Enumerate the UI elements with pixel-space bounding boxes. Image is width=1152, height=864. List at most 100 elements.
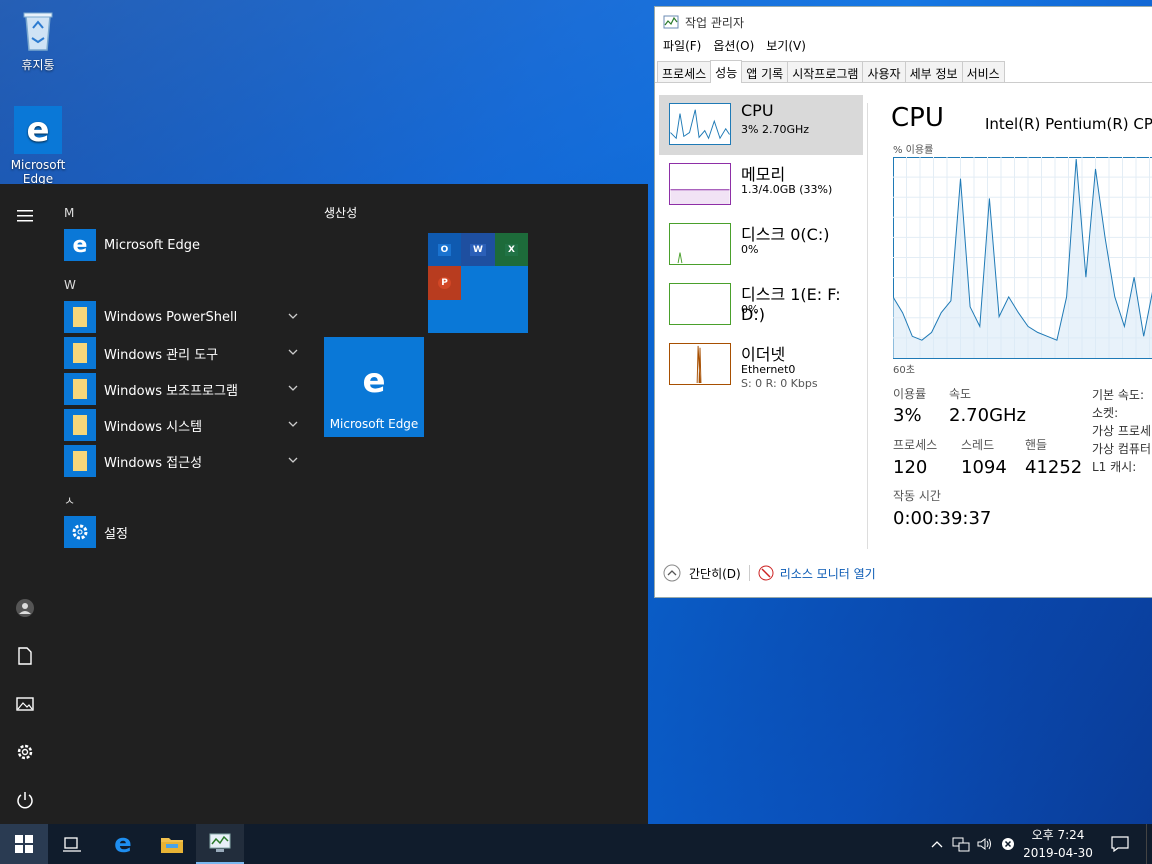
excel-icon[interactable]: X (495, 233, 528, 266)
resource-monitor-link[interactable]: 리소스 모니터 열기 (780, 565, 876, 582)
perf-item-ethernet[interactable]: 이더넷 Ethernet0 S: 0 R: 0 Kbps (659, 335, 863, 395)
menu-file[interactable]: 파일(F) (663, 37, 701, 59)
outlook-icon[interactable]: O (428, 233, 461, 266)
notification-icon (1111, 836, 1129, 852)
window-titlebar[interactable]: 작업 관리자 (655, 7, 1152, 37)
settings-gear-icon[interactable] (13, 740, 37, 764)
fewer-details-link[interactable]: 간단히(D) (689, 565, 741, 582)
start-button[interactable] (0, 824, 48, 864)
show-desktop-button[interactable] (1146, 824, 1152, 864)
chevron-down-icon[interactable] (286, 453, 300, 467)
app-item-powershell[interactable]: Windows PowerShell (64, 301, 304, 333)
app-item-accessibility[interactable]: Windows 접근성 (64, 445, 304, 477)
speed-label: 속도 (949, 387, 972, 401)
tab-services[interactable]: 서비스 (961, 61, 1005, 82)
cpu-mini-graph (669, 103, 731, 145)
app-item-settings[interactable]: 설정 (64, 516, 304, 548)
chevron-down-icon[interactable] (286, 345, 300, 359)
perf-item-cpu[interactable]: CPU 3% 2.70GHz (659, 95, 863, 155)
threads-value: 1094 (961, 457, 1007, 478)
ime-tray[interactable] (998, 824, 1018, 864)
tile-group-title[interactable]: 생산성 (324, 204, 357, 221)
app-label: Windows 관리 도구 (104, 347, 219, 363)
letter-header[interactable]: W (64, 278, 76, 292)
volume-tray[interactable] (974, 824, 996, 864)
memory-mini-graph (669, 163, 731, 205)
letter-header[interactable]: M (64, 206, 74, 220)
pictures-icon[interactable] (13, 692, 37, 716)
panel-divider[interactable] (867, 103, 868, 549)
taskbar-edge[interactable]: e (99, 824, 147, 864)
word-icon[interactable]: W (461, 233, 495, 266)
letter-header[interactable]: ㅅ (64, 492, 75, 509)
l1-cache-label: L1 캐시: (1092, 460, 1137, 474)
perf-item-throughput: S: 0 R: 0 Kbps (741, 377, 818, 390)
app-item-edge[interactable]: e Microsoft Edge (64, 229, 304, 261)
perf-item-disk1[interactable]: 디스크 1(E: F: D:) 0% (659, 275, 863, 335)
tab-strip: 프로세스 성능 앱 기록 시작프로그램 사용자 세부 정보 서비스 (655, 60, 1152, 83)
clock[interactable]: 오후 7:24 2019-04-30 (1018, 826, 1098, 862)
tab-startup[interactable]: 시작프로그램 (787, 61, 864, 82)
power-icon[interactable] (13, 788, 37, 812)
windows-logo-icon (15, 835, 33, 853)
app-label: Windows PowerShell (104, 309, 238, 325)
footer-divider (748, 565, 750, 581)
taskbar-file-explorer[interactable] (148, 824, 196, 864)
menu-options[interactable]: 옵션(O) (713, 37, 754, 59)
network-tray[interactable] (950, 824, 972, 864)
tab-users[interactable]: 사용자 (862, 61, 906, 82)
perf-item-name: 디스크 1(E: F: D:) (741, 285, 841, 324)
chevron-down-icon[interactable] (286, 417, 300, 431)
tab-processes[interactable]: 프로세스 (657, 61, 712, 82)
task-view-button[interactable] (48, 824, 96, 864)
app-item-system[interactable]: Windows 시스템 (64, 409, 304, 441)
virtual-processors-label: 가상 프로세 (1092, 424, 1152, 438)
menu-view[interactable]: 보기(V) (766, 37, 806, 59)
util-label: 이용률 (893, 387, 927, 401)
perf-item-disk0[interactable]: 디스크 0(C:) 0% (659, 215, 863, 275)
tab-details[interactable]: 세부 정보 (904, 61, 963, 82)
powerpoint-icon[interactable]: P (428, 266, 461, 300)
documents-icon[interactable] (13, 644, 37, 668)
network-icon (952, 837, 970, 852)
app-label: 설정 (104, 526, 128, 542)
base-speed-label: 기본 속도: (1092, 388, 1145, 402)
desktop-edge[interactable]: e Microsoft Edge (6, 106, 70, 186)
chevron-down-icon[interactable] (286, 381, 300, 395)
recycle-bin-icon (6, 8, 70, 52)
action-center-button[interactable] (1106, 824, 1134, 864)
clock-date: 2019-04-30 (1023, 846, 1093, 860)
tab-performance[interactable]: 성능 (710, 60, 743, 83)
perf-item-name: 메모리 (741, 165, 786, 184)
perf-item-value: 1.3/4.0GB (33%) (741, 183, 833, 196)
edge-icon: e (362, 361, 386, 401)
chevron-up-icon[interactable] (663, 564, 681, 582)
edge-icon: e (114, 829, 132, 859)
app-item-admin-tools[interactable]: Windows 관리 도구 (64, 337, 304, 369)
perf-item-value: 0% (741, 303, 759, 316)
chevron-down-icon[interactable] (286, 309, 300, 323)
desktop-recycle-bin[interactable]: 휴지통 (6, 8, 70, 73)
app-label: Windows 접근성 (104, 455, 203, 471)
tab-app-history[interactable]: 앱 기록 (741, 61, 789, 82)
cpu-model-name: Intel(R) Pentium(R) CPU (985, 115, 1152, 133)
perf-item-memory[interactable]: 메모리 1.3/4.0GB (33%) (659, 155, 863, 215)
perf-item-name: 디스크 0(C:) (741, 225, 830, 244)
show-hidden-icons[interactable] (926, 824, 948, 864)
window-title: 작업 관리자 (685, 15, 745, 30)
app-item-accessories[interactable]: Windows 보조프로그램 (64, 373, 304, 405)
folder-icon (64, 337, 96, 369)
ethernet-mini-graph (669, 343, 731, 385)
handles-value: 41252 (1025, 457, 1083, 478)
chevron-up-icon (931, 841, 943, 848)
office-tile-group[interactable]: O W X P (428, 233, 528, 333)
processes-value: 120 (893, 457, 928, 478)
edge-tile[interactable]: e Microsoft Edge (324, 337, 424, 437)
task-manager-icon (209, 833, 231, 852)
taskbar-task-manager[interactable] (196, 824, 244, 864)
hamburger-menu-icon[interactable] (13, 204, 37, 228)
taskbar: e 오후 7:24 2019-04-30 (0, 824, 1152, 864)
perf-item-value: 0% (741, 243, 759, 256)
user-account-icon[interactable] (13, 596, 37, 620)
folder-icon (64, 301, 96, 333)
